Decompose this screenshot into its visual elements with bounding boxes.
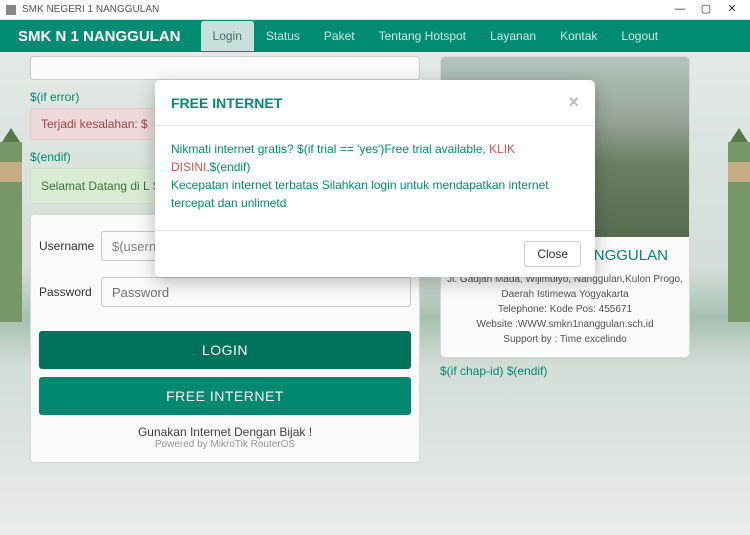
nav-layanan[interactable]: Layanan: [478, 21, 548, 51]
navbar: SMK N 1 NANGGULAN Login Status Paket Ten…: [0, 20, 750, 52]
close-window-button[interactable]: ✕: [726, 4, 738, 16]
nav-logout[interactable]: Logout: [609, 21, 670, 51]
modal-close-button[interactable]: Close: [524, 241, 581, 267]
nav-login[interactable]: Login: [201, 21, 254, 51]
modal-text-1a: Nikmati internet gratis? $(if trial == '…: [171, 142, 489, 156]
modal-text-1c: .$(endif): [206, 160, 250, 174]
page-body: $(if error) Terjadi kesalahan: $ $(endif…: [0, 52, 750, 535]
nav-status[interactable]: Status: [254, 21, 312, 51]
nav-paket[interactable]: Paket: [312, 21, 367, 51]
modal-text-2: Kecepatan internet terbatas Silahkan log…: [171, 178, 549, 210]
brand: SMK N 1 NANGGULAN: [18, 28, 181, 45]
window-titlebar: SMK NEGERI 1 NANGGULAN — ▢ ✕: [0, 0, 750, 20]
window-title: SMK NEGERI 1 NANGGULAN: [22, 4, 674, 15]
app-icon: [6, 5, 16, 15]
free-internet-modal: FREE INTERNET × Nikmati internet gratis?…: [155, 80, 595, 277]
nav-tentang[interactable]: Tentang Hotspot: [367, 21, 478, 51]
modal-title: FREE INTERNET: [171, 95, 568, 111]
nav-kontak[interactable]: Kontak: [548, 21, 609, 51]
maximize-button[interactable]: ▢: [700, 4, 712, 16]
minimize-button[interactable]: —: [674, 4, 686, 16]
modal-close-x[interactable]: ×: [568, 92, 579, 113]
modal-body: Nikmati internet gratis? $(if trial == '…: [155, 126, 595, 230]
